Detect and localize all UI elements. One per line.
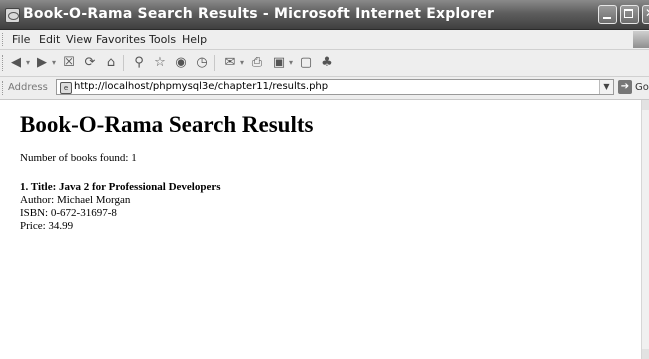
go-arrow-icon[interactable]: ➔ xyxy=(618,80,632,94)
toolbar-separator xyxy=(123,55,124,71)
address-input[interactable]: e http://localhost/phpmysql3e/chapter11/… xyxy=(56,79,614,95)
address-label: Address xyxy=(8,82,48,93)
media-icon[interactable]: ◉ xyxy=(173,55,189,71)
mail-icon[interactable]: ✉ xyxy=(222,55,238,71)
menu-bar-grip[interactable] xyxy=(2,33,6,46)
print-icon[interactable]: ⎙ xyxy=(249,55,265,71)
history-icon[interactable]: ◷ xyxy=(194,55,210,71)
favorites-icon[interactable]: ☆ xyxy=(152,55,168,71)
page-icon: e xyxy=(60,82,72,94)
address-url[interactable]: http://localhost/phpmysql3e/chapter11/re… xyxy=(74,81,328,92)
menu-view[interactable]: View xyxy=(66,33,92,46)
go-button-label[interactable]: Go xyxy=(635,82,649,93)
book-title: 1. Title: Java 2 for Professional Develo… xyxy=(20,181,221,193)
close-button[interactable] xyxy=(642,5,649,24)
minimize-button[interactable] xyxy=(598,5,617,24)
page-heading: Book-O-Rama Search Results xyxy=(20,112,314,137)
edit-dropdown-icon[interactable]: ▾ xyxy=(287,55,295,71)
book-price: Price: 34.99 xyxy=(20,220,74,232)
back-icon[interactable]: ◀ xyxy=(8,55,24,71)
scroll-up-button[interactable] xyxy=(642,100,649,110)
discuss-icon[interactable]: ▢ xyxy=(298,55,314,71)
books-found-count: Number of books found: 1 xyxy=(20,152,137,164)
back-dropdown-icon[interactable]: ▾ xyxy=(24,55,32,71)
scroll-down-button[interactable] xyxy=(642,349,649,359)
address-dropdown-icon[interactable]: ▼ xyxy=(599,80,613,94)
menu-tools[interactable]: Tools xyxy=(149,33,176,46)
vertical-scrollbar[interactable] xyxy=(641,100,649,359)
ie-app-icon[interactable] xyxy=(5,8,20,23)
book-result: 1. Title: Java 2 for Professional Develo… xyxy=(20,181,221,233)
maximize-button[interactable] xyxy=(620,5,639,24)
page-content: Book-O-Rama Search Results Number of boo… xyxy=(0,100,641,359)
mail-dropdown-icon[interactable]: ▾ xyxy=(238,55,246,71)
search-icon[interactable]: ⚲ xyxy=(131,55,147,71)
menu-edit[interactable]: Edit xyxy=(39,33,60,46)
stop-icon[interactable]: ☒ xyxy=(61,55,77,71)
standard-toolbar: ◀ ▾ ▶ ▾ ☒ ⟳ ⌂ ⚲ ☆ ◉ ◷ ✉ ▾ ⎙ ▣ ▾ ▢ ♣ xyxy=(0,50,649,77)
book-isbn: ISBN: 0-672-31697-8 xyxy=(20,207,117,219)
toolbar-separator xyxy=(214,55,215,71)
menu-favorites[interactable]: Favorites xyxy=(96,33,146,46)
toolbar-grip[interactable] xyxy=(2,55,6,71)
menu-bar: File Edit View Favorites Tools Help xyxy=(0,30,649,50)
windows-flag-icon xyxy=(633,31,649,48)
edit-icon[interactable]: ▣ xyxy=(271,55,287,71)
forward-icon[interactable]: ▶ xyxy=(34,55,50,71)
address-bar-grip[interactable] xyxy=(2,81,6,95)
forward-dropdown-icon[interactable]: ▾ xyxy=(50,55,58,71)
refresh-icon[interactable]: ⟳ xyxy=(82,55,98,71)
messenger-icon[interactable]: ♣ xyxy=(319,55,335,71)
menu-help[interactable]: Help xyxy=(182,33,207,46)
title-bar: Book-O-Rama Search Results - Microsoft I… xyxy=(0,0,649,30)
home-icon[interactable]: ⌂ xyxy=(103,55,119,71)
address-bar: Address e http://localhost/phpmysql3e/ch… xyxy=(0,77,649,100)
menu-file[interactable]: File xyxy=(12,33,30,46)
book-author: Author: Michael Morgan xyxy=(20,194,131,206)
window-title: Book-O-Rama Search Results - Microsoft I… xyxy=(23,6,495,22)
